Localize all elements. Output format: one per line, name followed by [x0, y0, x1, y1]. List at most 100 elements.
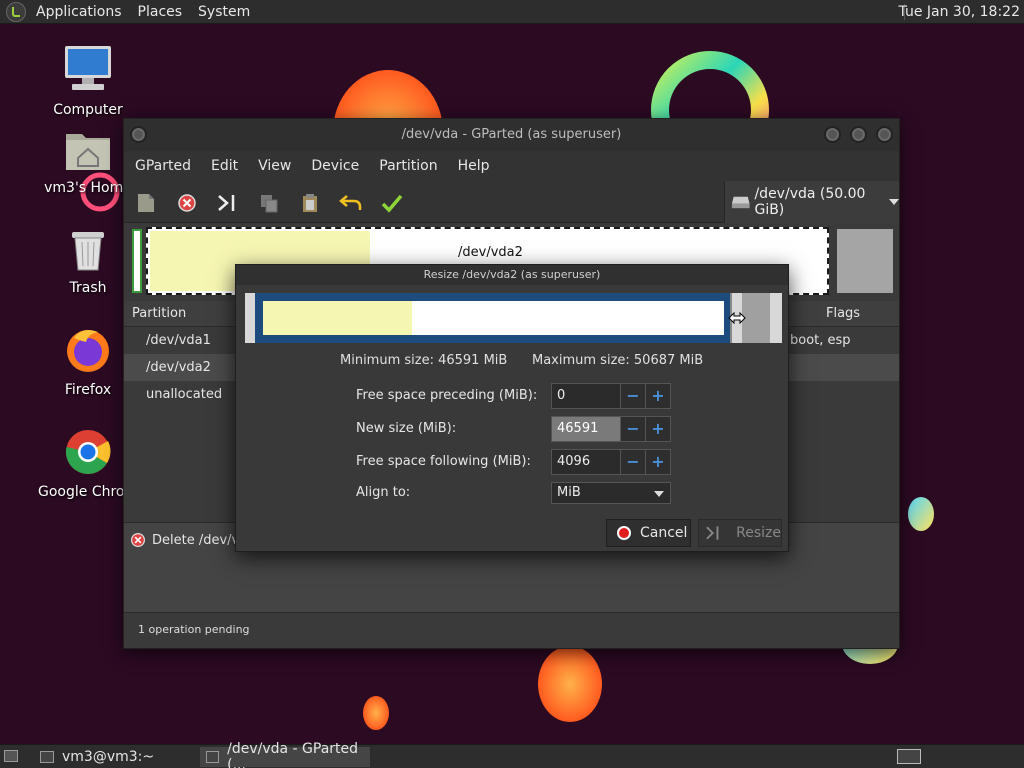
column-flags[interactable]: Flags: [826, 306, 860, 321]
window-title: /dev/vda - GParted (as superuser): [401, 127, 622, 142]
window-menu-button[interactable]: [130, 126, 147, 143]
menu-edit[interactable]: Edit: [200, 158, 247, 174]
show-desktop-icon[interactable]: [4, 750, 18, 762]
partition-used-area: [263, 301, 412, 335]
cancel-icon: [617, 526, 631, 540]
left-resize-handle[interactable]: [245, 293, 255, 343]
bottom-taskbar: vm3@vm3:~ /dev/vda - GParted (...: [0, 741, 1024, 768]
checkmark-icon: [381, 194, 403, 213]
minimum-size: Minimum size: 46591 MiB: [340, 353, 508, 368]
free-following-stepper: 4096 − +: [551, 449, 671, 475]
new-size-stepper: 46591 − +: [551, 416, 671, 442]
undo-button[interactable]: [339, 191, 363, 215]
taskbar-item-label: vm3@vm3:~: [62, 749, 155, 765]
menu-applications[interactable]: Applications: [28, 0, 130, 24]
label-new-size: New size (MiB):: [356, 421, 457, 436]
terminal-icon: [40, 751, 54, 763]
top-panel: Applications Places System Tue Jan 30, 1…: [0, 0, 1024, 24]
resize-move-button[interactable]: [216, 191, 240, 215]
gparted-toolbar: /dev/vda (50.00 GiB): [124, 181, 899, 223]
desktop-icon-computer[interactable]: Computer: [38, 44, 138, 118]
decrement-button[interactable]: −: [621, 416, 646, 442]
cancel-label: Cancel: [640, 525, 688, 541]
resize-graphic[interactable]: [245, 293, 782, 343]
partition-flags: boot, esp: [790, 333, 851, 348]
resize-dialog: Resize /dev/vda2 (as superuser) Minimum …: [235, 264, 789, 552]
apply-button[interactable]: [380, 191, 404, 215]
desktop-icon-label: Computer: [53, 102, 123, 118]
menu-help[interactable]: Help: [447, 158, 499, 174]
paste-icon: [303, 194, 317, 212]
resize-move-icon: [706, 526, 719, 540]
menu-system[interactable]: System: [190, 0, 258, 24]
computer-icon: [65, 46, 111, 90]
minimize-button[interactable]: [824, 126, 841, 143]
chevron-down-icon: [889, 199, 899, 205]
free-preceding-input[interactable]: 0: [551, 383, 621, 409]
harddisk-icon: [731, 196, 750, 209]
partition-name: /dev/vda1: [146, 333, 211, 348]
resize-label: Resize: [736, 525, 781, 541]
column-partition[interactable]: Partition: [132, 306, 186, 321]
dialog-title[interactable]: Resize /dev/vda2 (as superuser): [236, 265, 788, 285]
menu-gparted[interactable]: GParted: [124, 158, 200, 174]
close-button[interactable]: [876, 126, 893, 143]
taskbar-item-label: /dev/vda - GParted (...: [227, 741, 359, 768]
gparted-menubar: GParted Edit View Device Partition Help: [124, 151, 899, 181]
copy-button[interactable]: [257, 191, 281, 215]
gparted-app-icon: [206, 751, 220, 763]
menu-device[interactable]: Device: [300, 158, 368, 174]
chevron-down-icon: [654, 491, 664, 497]
disk-map-vda1[interactable]: [130, 227, 144, 295]
delete-partition-button[interactable]: [175, 191, 199, 215]
align-to-value: MiB: [557, 485, 581, 500]
disk-map-label: /dev/vda2: [458, 245, 523, 260]
delete-icon: [131, 533, 145, 547]
label-free-following: Free space following (MiB):: [356, 454, 531, 469]
menu-view[interactable]: View: [247, 158, 300, 174]
free-following-input[interactable]: 4096: [551, 449, 621, 475]
label-align-to: Align to:: [356, 485, 411, 500]
workspace-switcher-icon[interactable]: [897, 749, 921, 764]
new-partition-icon: [138, 194, 154, 212]
delete-icon: [178, 194, 196, 212]
status-bar: 1 operation pending: [124, 612, 899, 648]
paste-button[interactable]: [298, 191, 322, 215]
partition-name: unallocated: [146, 387, 223, 402]
copy-icon: [261, 195, 278, 213]
partition-name: /dev/vda2: [146, 360, 211, 375]
decrement-button[interactable]: −: [621, 383, 646, 409]
align-to-select[interactable]: MiB: [551, 482, 671, 504]
new-partition-button[interactable]: [134, 191, 158, 215]
mint-menu-icon[interactable]: [6, 1, 26, 22]
resize-button[interactable]: Resize: [698, 519, 782, 547]
chrome-icon: [65, 430, 111, 474]
increment-button[interactable]: +: [646, 383, 671, 409]
undo-icon: [339, 195, 362, 210]
window-titlebar[interactable]: /dev/vda - GParted (as superuser): [124, 119, 899, 151]
menu-places[interactable]: Places: [130, 0, 191, 24]
taskbar-item-gparted[interactable]: /dev/vda - GParted (...: [200, 741, 370, 768]
decrement-button[interactable]: −: [621, 449, 646, 475]
top-menu: Applications Places System: [28, 0, 258, 24]
increment-button[interactable]: +: [646, 416, 671, 442]
end-handle: [770, 293, 782, 343]
free-preceding-stepper: 0 − +: [551, 383, 671, 409]
firefox-icon: [67, 330, 109, 372]
increment-button[interactable]: +: [646, 449, 671, 475]
new-size-input[interactable]: 46591: [551, 416, 621, 442]
clock[interactable]: Tue Jan 30, 18:22: [899, 0, 1020, 24]
taskbar-item-terminal[interactable]: vm3@vm3:~: [34, 747, 199, 767]
menu-partition[interactable]: Partition: [368, 158, 446, 174]
maximize-button[interactable]: [850, 126, 867, 143]
maximum-size: Maximum size: 50687 MiB: [532, 353, 704, 368]
resize-move-icon: [218, 195, 235, 211]
label-free-preceding: Free space preceding (MiB):: [356, 388, 538, 403]
home-folder-icon: [66, 134, 110, 170]
device-selector[interactable]: /dev/vda (50.00 GiB): [724, 181, 899, 223]
status-text: 1 operation pending: [138, 623, 250, 636]
device-label: /dev/vda (50.00 GiB): [754, 186, 866, 218]
disk-map-unallocated[interactable]: [835, 227, 895, 295]
cancel-button[interactable]: Cancel: [606, 519, 691, 547]
resize-cursor-icon: [728, 311, 746, 325]
